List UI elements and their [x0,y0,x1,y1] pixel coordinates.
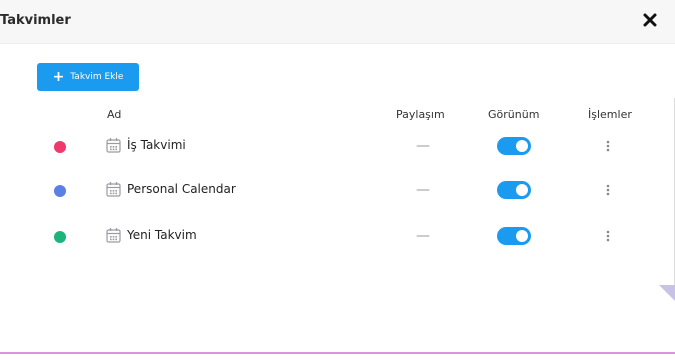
calendar-name: Personal Calendar [127,182,236,196]
close-button[interactable] [641,11,659,29]
bottom-border [0,352,675,354]
visibility-toggle[interactable] [497,181,531,199]
column-header-actions: İşlemler [588,108,632,121]
kebab-menu-icon[interactable] [603,228,613,244]
add-calendar-label: Takvim Ekle [70,72,124,82]
sharing-status: — [416,138,430,154]
calendar-color-dot [54,185,66,197]
column-header-sharing: Paylaşım [396,108,445,121]
column-header-name: Ad [107,108,122,121]
toggle-knob [516,184,528,196]
corner-fold [659,285,675,301]
column-header-visibility: Görünüm [488,108,540,121]
modal-header: Takvimler [0,0,675,44]
sharing-status: — [416,228,430,244]
toggle-knob [516,230,528,242]
calendar-row: Yeni Takvim — [0,217,675,261]
toggle-knob [516,140,528,152]
kebab-menu-icon[interactable] [603,138,613,154]
calendar-row: Personal Calendar — [0,171,675,215]
calendar-row: İş Takvimi — [0,127,675,171]
plus-icon: + [52,68,65,85]
close-icon[interactable] [641,11,659,29]
modal-title: Takvimler [0,13,71,28]
calendar-name: İş Takvimi [127,138,186,152]
sharing-status: — [416,182,430,198]
kebab-menu-icon[interactable] [603,182,613,198]
visibility-toggle[interactable] [497,137,531,155]
calendar-name: Yeni Takvim [127,228,197,242]
add-calendar-button[interactable]: + Takvim Ekle [37,63,139,91]
calendar-color-dot [54,141,66,153]
calendar-color-dot [54,231,66,243]
calendar-icon [106,182,121,197]
visibility-toggle[interactable] [497,227,531,245]
calendar-icon [106,228,121,243]
calendar-icon [106,138,121,153]
